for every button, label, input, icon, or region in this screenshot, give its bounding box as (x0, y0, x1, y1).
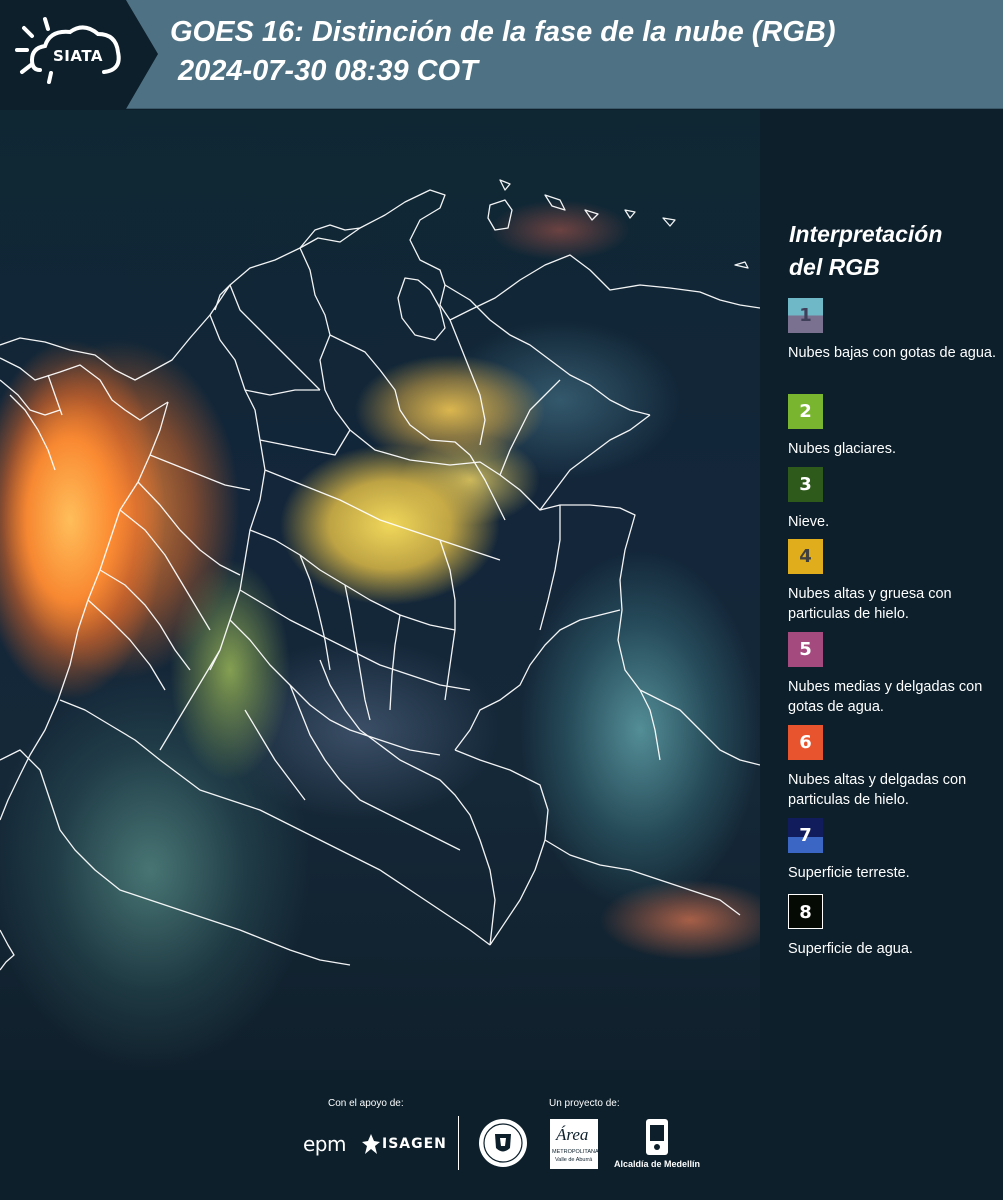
legend-item-7: 7 Superficie terreste. (788, 818, 998, 883)
medellin-shield-icon (646, 1119, 668, 1155)
legend-swatch-7: 7 (788, 818, 823, 853)
legend-title-line1: Interpretación (789, 221, 943, 247)
legend-label-8: Superficie de agua. (788, 941, 913, 957)
seal-logo-icon (479, 1119, 527, 1167)
legend-item-2: 2 Nubes glaciares. (788, 394, 998, 459)
area-logo-sub1: METROPOLITANA (552, 1149, 599, 1155)
legend-swatch-3: 3 (788, 467, 823, 502)
project-caption: Un proyecto de: (549, 1098, 620, 1109)
legend-swatch-6: 6 (788, 725, 823, 760)
legend-swatch-1: 1 (788, 298, 823, 333)
legend-swatch-5: 5 (788, 632, 823, 667)
legend-swatch-4: 4 (788, 539, 823, 574)
legend-label-7: Superficie terreste. (788, 865, 910, 881)
legend-item-6: 6 Nubes altas y delgadas con particulas … (788, 725, 998, 810)
page-title: GOES 16: Distinción de la fase de la nub… (170, 16, 836, 48)
legend-item-4: 4 Nubes altas y gruesa con particulas de… (788, 539, 998, 624)
legend-label-3: Nieve. (788, 514, 830, 530)
boundary-lines (0, 179, 760, 971)
legend-item-1: 1 Nubes bajas con gotas de agua. (788, 298, 998, 363)
isagen-mark-icon (362, 1134, 380, 1154)
legend-label-2: Nubes glaciares. (788, 441, 896, 457)
legend-label-5: Nubes medias y delgadas con gotas de agu… (788, 679, 983, 715)
satellite-rgb-map (0, 110, 760, 1070)
siata-logo-text: SIATA (52, 47, 103, 65)
legend-title-line2: del RGB (789, 254, 880, 280)
isagen-text: ISAGEN (382, 1136, 447, 1152)
legend-swatch-2: 2 (788, 394, 823, 429)
page-timestamp: 2024-07-30 08:39 COT (178, 55, 478, 87)
epm-logo: epm (303, 1132, 346, 1156)
legend-label-4: Nubes altas y gruesa con particulas de h… (788, 586, 952, 622)
medellin-text: Alcaldía de Medellín (613, 1159, 701, 1169)
legend-label-1: Nubes bajas con gotas de agua. (788, 345, 996, 361)
legend-swatch-8: 8 (788, 894, 823, 929)
support-caption: Con el apoyo de: (328, 1098, 404, 1109)
legend-item-5: 5 Nubes medias y delgadas con gotas de a… (788, 632, 998, 717)
footer-bar: Con el apoyo de: Un proyecto de: epm ISA… (0, 1070, 1003, 1200)
legend-label-6: Nubes altas y delgadas con particulas de… (788, 772, 967, 808)
footer-divider (458, 1116, 459, 1170)
legend-panel: Interpretación del RGB 1 Nubes bajas con… (760, 110, 1003, 1070)
alcaldia-medellin-logo: Alcaldía de Medellín (612, 1117, 702, 1177)
siata-logo: SIATA (0, 0, 160, 109)
legend-item-3: 3 Nieve. (788, 467, 998, 532)
area-logo-sub2: Valle de Aburrá (555, 1157, 593, 1163)
legend-title: Interpretación del RGB (789, 218, 989, 284)
header-bar: SIATA GOES 16: Distinción de la fase de … (0, 0, 1003, 109)
legend-item-8: 8 Superficie de agua. (788, 894, 998, 959)
area-metropolitana-logo: Área METROPOLITANA Valle de Aburrá (550, 1119, 599, 1169)
area-logo-main: Área (556, 1125, 589, 1144)
